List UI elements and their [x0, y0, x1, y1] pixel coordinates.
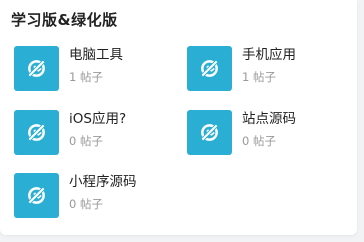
- post-count: 0 帖子: [242, 134, 276, 148]
- forum-name: 电脑工具: [69, 47, 123, 63]
- post-count: 1 帖子: [69, 70, 103, 84]
- forum-name: iOS应用?: [69, 111, 127, 127]
- no-image-icon: [14, 46, 59, 91]
- post-count: 0 帖子: [69, 134, 103, 148]
- forum-name: 手机应用: [242, 47, 296, 63]
- no-image-icon: [187, 46, 232, 91]
- forum-name: 站点源码: [242, 111, 296, 127]
- forum-item-site-source[interactable]: 站点源码 0 帖子: [187, 110, 347, 156]
- section-title: 学习版&绿化版: [11, 11, 118, 29]
- no-image-icon: [187, 110, 232, 155]
- forum-item-mobile-apps[interactable]: 手机应用 1 帖子: [187, 46, 347, 92]
- forum-section-card: 学习版&绿化版 电脑工具 1 帖子 手机应用 1 帖子 iOS应用? 0 帖子 …: [0, 0, 357, 235]
- forum-item-ios-apps[interactable]: iOS应用? 0 帖子: [14, 110, 174, 156]
- no-image-icon: [14, 173, 59, 218]
- forum-name: 小程序源码: [69, 174, 137, 190]
- post-count: 1 帖子: [242, 70, 276, 84]
- forum-item-miniprogram-source[interactable]: 小程序源码 0 帖子: [14, 173, 174, 219]
- forum-item-pc-tools[interactable]: 电脑工具 1 帖子: [14, 46, 174, 92]
- no-image-icon: [14, 110, 59, 155]
- post-count: 0 帖子: [69, 197, 103, 211]
